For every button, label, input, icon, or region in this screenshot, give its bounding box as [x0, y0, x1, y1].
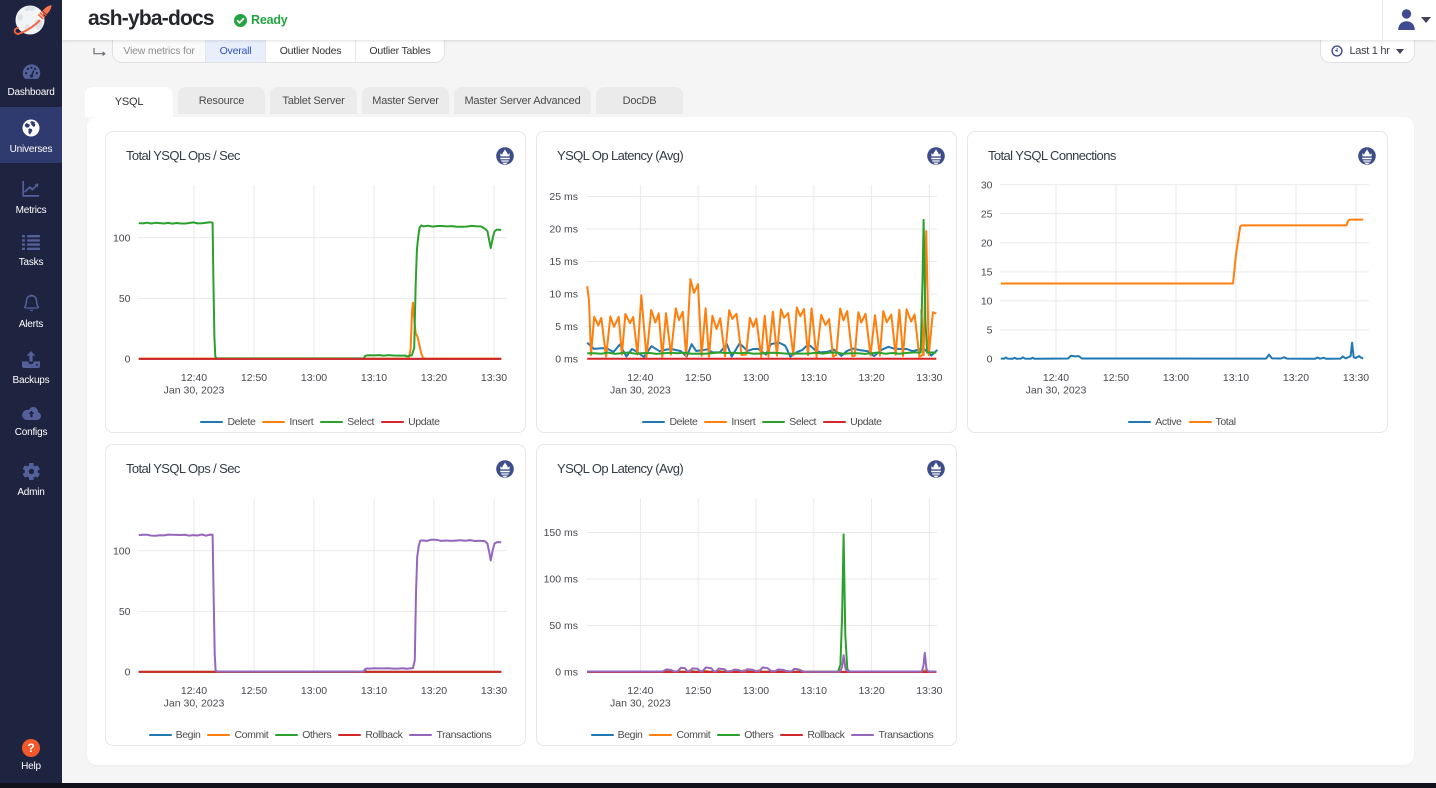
svg-text:0: 0 [987, 354, 993, 366]
svg-text:12:50: 12:50 [1103, 372, 1129, 384]
svg-text:13:20: 13:20 [1283, 372, 1309, 384]
svg-text:13:20: 13:20 [421, 685, 447, 697]
svg-text:13:10: 13:10 [1223, 372, 1249, 384]
svg-text:12:50: 12:50 [241, 685, 267, 697]
svg-text:12:40: 12:40 [181, 685, 207, 697]
svg-text:13:20: 13:20 [858, 372, 884, 384]
svg-text:Jan 30, 2023: Jan 30, 2023 [164, 385, 225, 397]
svg-text:15 ms: 15 ms [549, 256, 578, 268]
svg-text:100: 100 [113, 546, 131, 558]
svg-text:13:10: 13:10 [801, 372, 827, 384]
svg-text:13:00: 13:00 [301, 372, 327, 384]
svg-text:12:40: 12:40 [627, 372, 653, 384]
svg-text:5 ms: 5 ms [555, 321, 578, 333]
svg-text:0 ms: 0 ms [555, 667, 578, 679]
svg-text:Jan 30, 2023: Jan 30, 2023 [610, 385, 671, 397]
svg-text:25: 25 [981, 209, 993, 221]
svg-text:20: 20 [981, 238, 993, 250]
svg-text:12:40: 12:40 [1043, 372, 1069, 384]
svg-text:13:10: 13:10 [801, 685, 827, 697]
svg-text:12:50: 12:50 [685, 685, 711, 697]
svg-text:0: 0 [125, 667, 131, 679]
svg-text:13:30: 13:30 [916, 685, 942, 697]
svg-text:13:30: 13:30 [481, 372, 507, 384]
svg-text:13:10: 13:10 [361, 372, 387, 384]
svg-text:100 ms: 100 ms [544, 574, 578, 586]
svg-text:Jan 30, 2023: Jan 30, 2023 [164, 698, 225, 710]
svg-text:150 ms: 150 ms [544, 527, 578, 539]
svg-text:12:40: 12:40 [181, 372, 207, 384]
svg-text:13:10: 13:10 [361, 685, 387, 697]
svg-text:13:00: 13:00 [1163, 372, 1189, 384]
svg-text:20 ms: 20 ms [549, 224, 578, 236]
svg-text:5: 5 [987, 325, 993, 337]
svg-text:0: 0 [125, 354, 131, 366]
svg-text:15: 15 [981, 267, 993, 279]
svg-text:0 ms: 0 ms [555, 354, 578, 366]
svg-text:13:30: 13:30 [1343, 372, 1369, 384]
svg-text:13:20: 13:20 [858, 685, 884, 697]
svg-text:50: 50 [119, 606, 131, 618]
svg-text:50: 50 [119, 293, 131, 305]
svg-text:12:40: 12:40 [627, 685, 653, 697]
svg-text:25 ms: 25 ms [549, 191, 578, 203]
svg-text:100: 100 [113, 233, 131, 245]
svg-text:12:50: 12:50 [685, 372, 711, 384]
svg-text:13:30: 13:30 [481, 685, 507, 697]
svg-text:13:20: 13:20 [421, 372, 447, 384]
svg-text:13:30: 13:30 [916, 372, 942, 384]
svg-text:10 ms: 10 ms [549, 289, 578, 301]
svg-text:Jan 30, 2023: Jan 30, 2023 [1026, 385, 1087, 397]
svg-text:50 ms: 50 ms [549, 620, 578, 632]
svg-text:30: 30 [981, 179, 993, 191]
svg-text:13:00: 13:00 [743, 372, 769, 384]
svg-text:Jan 30, 2023: Jan 30, 2023 [610, 698, 671, 710]
svg-text:10: 10 [981, 296, 993, 308]
svg-text:13:00: 13:00 [743, 685, 769, 697]
svg-text:12:50: 12:50 [241, 372, 267, 384]
svg-text:13:00: 13:00 [301, 685, 327, 697]
